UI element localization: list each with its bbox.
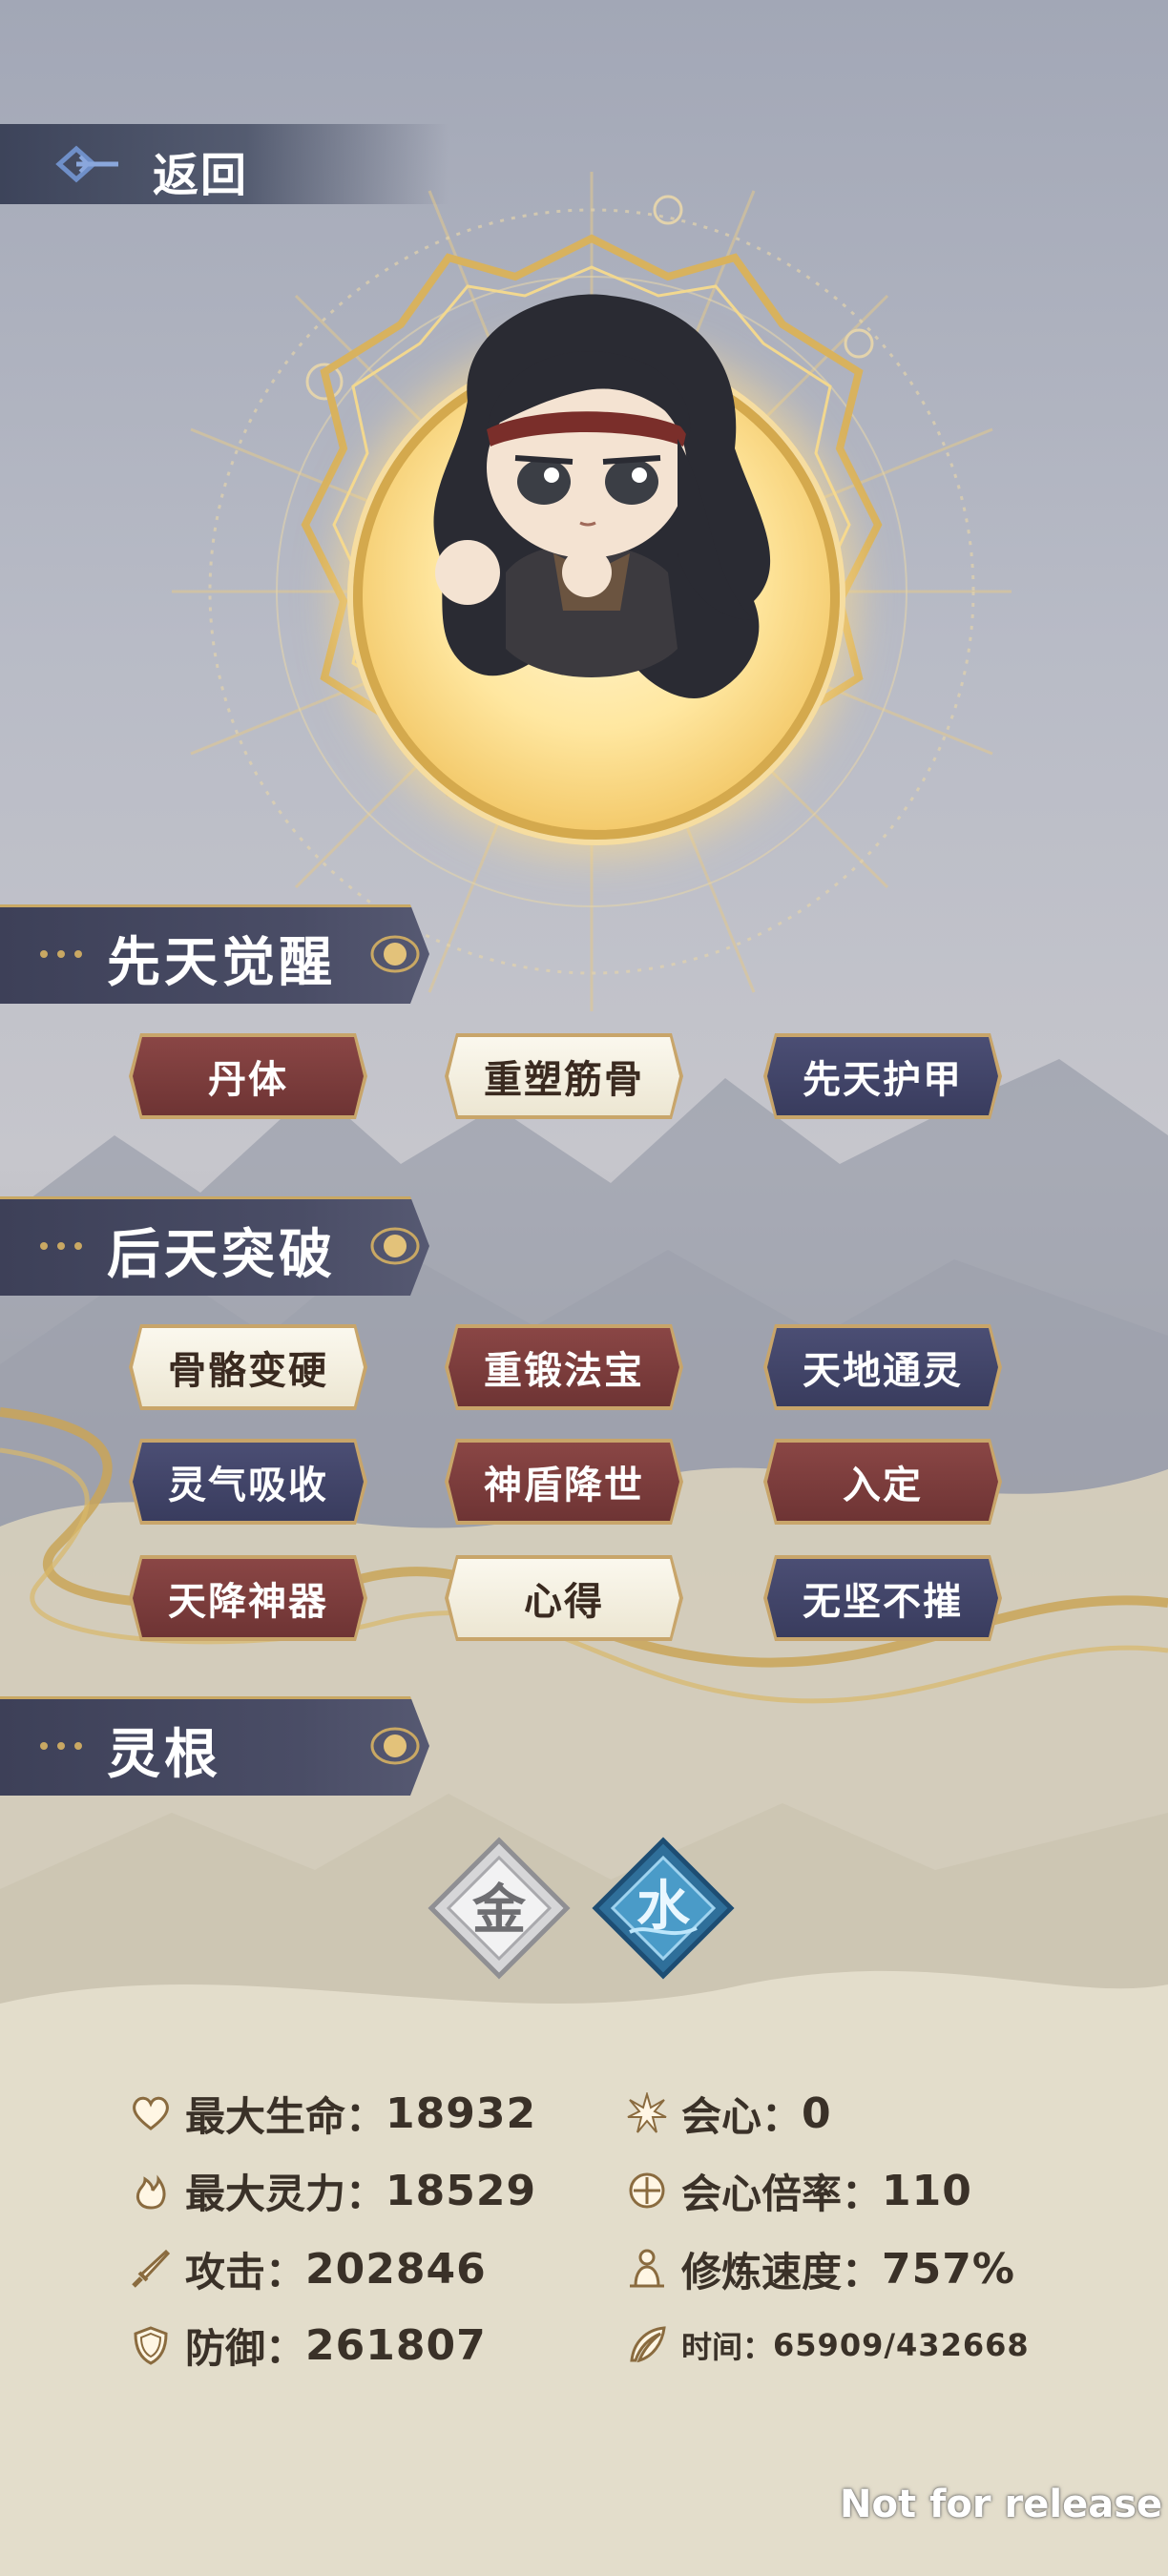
- sword-icon: [132, 2249, 171, 2288]
- section-spirit-root: 灵根: [0, 1696, 448, 1796]
- heart-icon: [133, 2096, 169, 2130]
- section-title: 先天觉醒: [107, 932, 336, 994]
- section-title: 灵根: [107, 1724, 221, 1786]
- stat-max-mana: 最大灵力： 18529: [130, 2162, 536, 2219]
- decorative-dots-icon: [40, 1242, 82, 1250]
- character-avatar[interactable]: [391, 286, 792, 716]
- section-title: 后天突破: [107, 1224, 336, 1286]
- crit-burst-icon: [627, 2092, 667, 2133]
- skill-button-insight[interactable]: 心得: [445, 1555, 683, 1641]
- skill-button-reshape-bones[interactable]: 重塑筋骨: [445, 1033, 683, 1119]
- skill-button-bone-harden[interactable]: 骨骼变硬: [129, 1324, 367, 1410]
- stat-defense: 防御： 261807: [130, 2316, 487, 2374]
- metal-element-icon[interactable]: 金: [428, 1837, 571, 1980]
- skill-button-divine-artifact[interactable]: 天降神器: [129, 1555, 367, 1641]
- watermark: Not for release: [840, 2483, 1163, 2526]
- water-diamond-icon: 水: [592, 1837, 735, 1980]
- feather-icon: [630, 2326, 666, 2363]
- svg-text:水: 水: [636, 1875, 691, 1938]
- skill-button-invincible[interactable]: 无坚不摧: [763, 1555, 1002, 1641]
- crosshair-icon: [629, 2172, 665, 2209]
- stat-cultivation-speed: 修炼速度： 757%: [626, 2240, 1015, 2297]
- skill-button-dan-body[interactable]: 丹体: [129, 1033, 367, 1119]
- decorative-dots-icon: [40, 1742, 82, 1750]
- section-acquired-breakthrough: 后天突破: [0, 1196, 448, 1296]
- water-element-icon[interactable]: 水: [592, 1837, 735, 1980]
- skill-button-qi-absorb[interactable]: 灵气吸收: [129, 1439, 367, 1525]
- skill-button-divine-shield[interactable]: 神盾降世: [445, 1439, 683, 1525]
- meditation-icon: [630, 2249, 664, 2288]
- flame-icon: [136, 2174, 166, 2210]
- shield-icon: [134, 2326, 168, 2365]
- stat-crit-multiplier: 会心倍率： 110: [626, 2162, 972, 2219]
- gold-orb-icon: [370, 1727, 420, 1765]
- stat-crit: 会心： 0: [626, 2085, 832, 2142]
- decorative-dots-icon: [40, 950, 82, 958]
- metal-diamond-icon: 金: [428, 1837, 571, 1980]
- back-arrow-icon: [55, 145, 118, 183]
- stat-attack: 攻击： 202846: [130, 2240, 487, 2297]
- stat-time: 时间： 65909/432668: [626, 2316, 1030, 2374]
- gold-orb-icon: [370, 1227, 420, 1265]
- skill-button-meditate[interactable]: 入定: [763, 1439, 1002, 1525]
- section-innate-awakening: 先天觉醒: [0, 904, 448, 1004]
- skill-button-innate-armor[interactable]: 先天护甲: [763, 1033, 1002, 1119]
- gold-orb-icon: [370, 935, 420, 973]
- skill-button-reforge-treasure[interactable]: 重锻法宝: [445, 1324, 683, 1410]
- skill-button-heaven-earth[interactable]: 天地通灵: [763, 1324, 1002, 1410]
- stat-max-hp: 最大生命： 18932: [130, 2085, 536, 2142]
- svg-text:金: 金: [471, 1879, 527, 1942]
